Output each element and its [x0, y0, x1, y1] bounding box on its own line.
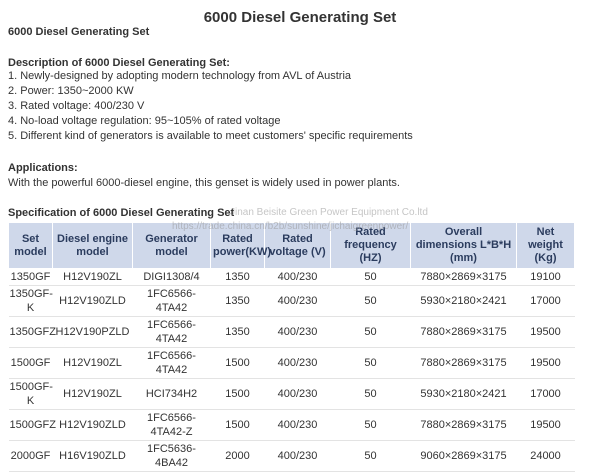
table-cell: 400/230 [264, 316, 331, 348]
table-cell: 400/230 [264, 378, 331, 410]
table-cell: 1500 [210, 378, 265, 410]
table-cell: 19500 [516, 347, 575, 379]
table-cell: 17000 [516, 378, 575, 410]
description-item: 5. Different kind of generators is avail… [8, 130, 413, 142]
description-item: 3. Rated voltage: 400/230 V [8, 100, 145, 112]
specification-heading: Specification of 6000 Diesel Generating … [8, 207, 235, 219]
table-cell: 1350 [210, 268, 265, 286]
table-cell: H12V190ZL [52, 378, 133, 410]
table-cell: H12V190PZLD [52, 316, 133, 348]
table-cell: 5930×2180×2421 [410, 378, 517, 410]
table-cell: 400/230 [264, 285, 331, 317]
table-row: 1500GF-K H12V190ZL HCI734H2 1500 400/230… [8, 378, 575, 410]
table-cell: 7880×2869×3175 [410, 347, 517, 379]
table-cell: H12V190ZLD [52, 285, 133, 317]
header-net-weight: Net weight (Kg) [516, 222, 575, 269]
table-cell: 50 [330, 409, 411, 441]
table-cell: HCI734H2 [132, 378, 211, 410]
table-cell: 1500 [210, 347, 265, 379]
table-cell: 1FC5636-4BA42 [132, 440, 211, 472]
table-cell: 50 [330, 440, 411, 472]
table-cell: 24000 [516, 440, 575, 472]
table-row: 1350GF H12V190ZL DIGI1308/4 1350 400/230… [8, 268, 575, 286]
table-cell: 1FC6566-4TA42-Z [132, 409, 211, 441]
table-cell: 7880×2869×3175 [410, 409, 517, 441]
description-heading: Description of 6000 Diesel Generating Se… [8, 57, 230, 69]
table-cell: 17000 [516, 285, 575, 317]
description-item: 4. No-load voltage regulation: 95~105% o… [8, 115, 281, 127]
page-title: 6000 Diesel Generating Set [203, 9, 397, 26]
table-cell: DIGI1308/4 [132, 268, 211, 286]
table-cell: 400/230 [264, 268, 331, 286]
table-cell: 50 [330, 316, 411, 348]
table-cell: 1FC6566-4TA42 [132, 347, 211, 379]
table-cell: 400/230 [264, 409, 331, 441]
table-cell: 1350GF-K [8, 285, 53, 317]
description-list: 1. Newly-designed by adopting modern tec… [8, 69, 413, 144]
table-cell: 9060×2869×3175 [410, 440, 517, 472]
table-cell: H12V190ZL [52, 347, 133, 379]
table-cell: 50 [330, 268, 411, 286]
product-subtitle: 6000 Diesel Generating Set [8, 26, 150, 38]
table-row: 1350GF-K H12V190ZLD 1FC6566-4TA42 1350 4… [8, 285, 575, 317]
table-cell: H12V190ZLD [52, 409, 133, 441]
header-set-model: Set model [8, 222, 53, 269]
table-cell: H12V190ZL [52, 268, 133, 286]
applications-heading: Applications: [8, 162, 78, 174]
watermark-url: https://trade.china.cn/b2b/sunshine/jich… [172, 221, 409, 232]
table-cell: 50 [330, 285, 411, 317]
table-row: 1500GF H12V190ZL 1FC6566-4TA42 1500 400/… [8, 347, 575, 379]
table-cell: 50 [330, 347, 411, 379]
applications-text: With the powerful 6000-diesel engine, th… [8, 177, 400, 189]
table-cell: 1350 [210, 316, 265, 348]
table-cell: 1500GFZ [8, 409, 56, 441]
table-cell: 50 [330, 378, 411, 410]
table-cell: 19500 [516, 409, 575, 441]
header-engine-model: Diesel engine model [52, 222, 133, 269]
table-cell: 1350GFZ [8, 316, 56, 348]
table-cell: 19100 [516, 268, 575, 286]
table-cell: 1FC6566-4TA42 [132, 285, 211, 317]
description-item: 1. Newly-designed by adopting modern tec… [8, 70, 352, 82]
table-row: 2000GF H16V190ZLD 1FC5636-4BA42 2000 400… [8, 440, 575, 472]
table-cell: 2000GF [8, 440, 53, 472]
table-cell: 400/230 [264, 440, 331, 472]
table-cell: 1350GF [8, 268, 53, 286]
table-cell: 1500GF [8, 347, 53, 379]
header-dimensions: Overall dimensions L*B*H (mm) [410, 222, 517, 269]
description-item: 2. Power: 1350~2000 KW [8, 85, 134, 97]
table-cell: 1500GF-K [8, 378, 53, 410]
table-cell: 2000 [210, 440, 265, 472]
table-cell: 1500 [210, 409, 265, 441]
table-cell: 7880×2869×3175 [410, 268, 517, 286]
table-cell: 1350 [210, 285, 265, 317]
table-cell: 1FC6566-4TA42 [132, 316, 211, 348]
table-cell: 5930×2180×2421 [410, 285, 517, 317]
table-cell: 400/230 [264, 347, 331, 379]
table-cell: 19500 [516, 316, 575, 348]
table-row: 1350GFZ H12V190PZLD 1FC6566-4TA42 1350 4… [8, 316, 575, 348]
watermark-company: Jinan Beisite Green Power Equipment Co.l… [230, 207, 428, 218]
table-cell: H16V190ZLD [52, 440, 133, 472]
table-row: 1500GFZ H12V190ZLD 1FC6566-4TA42-Z 1500 … [8, 409, 575, 441]
specification-table: Set model Diesel engine model Generator … [8, 222, 575, 472]
table-cell: 7880×2869×3175 [410, 316, 517, 348]
